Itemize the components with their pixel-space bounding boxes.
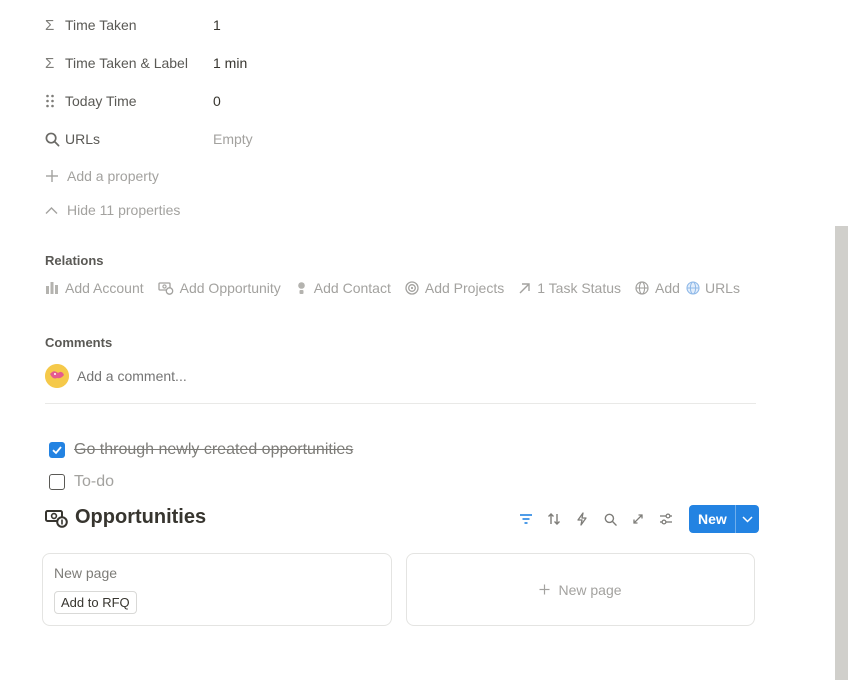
property-value[interactable]: 0 bbox=[213, 93, 221, 109]
add-opportunity-button[interactable]: Add Opportunity bbox=[157, 280, 281, 296]
opportunity-icon bbox=[157, 282, 173, 295]
check-icon bbox=[52, 446, 62, 455]
comment-row bbox=[45, 364, 577, 388]
sort-button[interactable] bbox=[540, 505, 568, 533]
sliders-icon bbox=[660, 513, 672, 525]
property-label: Time Taken & Label bbox=[65, 55, 188, 71]
opportunity-icon bbox=[45, 509, 68, 528]
sort-icon bbox=[548, 513, 560, 525]
add-contact-button[interactable]: Add Contact bbox=[295, 280, 391, 296]
contact-icon bbox=[297, 282, 305, 294]
todo-item[interactable]: To-do bbox=[49, 473, 114, 491]
new-page-label: New page bbox=[558, 581, 622, 598]
card-title[interactable]: New page bbox=[54, 565, 117, 581]
property-row-time-taken-label[interactable]: Σ Time Taken & Label 1 min bbox=[45, 52, 805, 74]
relation-label: Add bbox=[655, 280, 680, 296]
checkbox-unchecked[interactable] bbox=[49, 474, 65, 490]
chevron-down-icon bbox=[742, 515, 753, 523]
add-account-button[interactable]: Add Account bbox=[45, 280, 144, 296]
add-projects-button[interactable]: Add Projects bbox=[405, 280, 504, 296]
automation-button[interactable] bbox=[568, 505, 596, 533]
settings-button[interactable] bbox=[652, 505, 680, 533]
todo-text[interactable]: Go through newly created opportunities bbox=[74, 441, 353, 459]
relation-suffix: URLs bbox=[704, 280, 740, 296]
plus-icon bbox=[539, 584, 550, 595]
lightning-icon bbox=[577, 512, 587, 526]
database-title-text: Opportunities bbox=[75, 506, 207, 528]
task-status-button[interactable]: 1 Task Status bbox=[518, 280, 621, 296]
comment-input[interactable] bbox=[77, 368, 577, 384]
add-property-button[interactable]: Add a property bbox=[45, 168, 159, 184]
card-tag[interactable]: Add to RFQ bbox=[54, 591, 137, 614]
avatar bbox=[45, 364, 69, 388]
search-icon bbox=[604, 513, 617, 526]
new-dropdown-button[interactable] bbox=[734, 505, 759, 533]
globe-icon bbox=[635, 281, 649, 295]
drag-dots-icon bbox=[45, 94, 65, 108]
property-name[interactable]: Today Time bbox=[45, 93, 213, 109]
comments-heading: Comments bbox=[45, 335, 113, 350]
relations-heading: Relations bbox=[45, 253, 104, 268]
chevron-up-icon bbox=[45, 206, 67, 215]
property-value[interactable]: 1 min bbox=[213, 55, 247, 71]
database-title[interactable]: Opportunities bbox=[45, 506, 206, 529]
add-property-label: Add a property bbox=[67, 168, 159, 184]
add-urls-button[interactable]: Add URLs bbox=[635, 280, 740, 296]
account-icon bbox=[46, 282, 58, 294]
new-page-card[interactable]: New page bbox=[406, 553, 755, 626]
hide-properties-label: Hide 11 properties bbox=[67, 202, 181, 218]
target-icon bbox=[405, 281, 419, 295]
property-value[interactable]: 1 bbox=[213, 17, 221, 33]
relations-bar: Add Account Add Opportunity Add Contact … bbox=[45, 280, 754, 296]
property-label: Time Taken bbox=[65, 17, 137, 33]
hide-properties-button[interactable]: Hide 11 properties bbox=[45, 202, 180, 218]
database-toolbar: New bbox=[512, 505, 759, 533]
property-name[interactable]: Σ Time Taken & Label bbox=[45, 55, 213, 72]
property-row-today-time[interactable]: Today Time 0 bbox=[45, 90, 805, 112]
sigma-icon: Σ bbox=[45, 16, 55, 34]
divider bbox=[45, 403, 756, 404]
sigma-icon: Σ bbox=[45, 54, 55, 72]
expand-icon bbox=[633, 514, 643, 524]
property-label: Today Time bbox=[65, 93, 137, 109]
plus-icon bbox=[45, 169, 67, 183]
new-button[interactable]: New bbox=[689, 505, 735, 533]
filter-icon bbox=[520, 514, 532, 524]
todo-placeholder[interactable]: To-do bbox=[74, 473, 114, 491]
relation-label: Add Opportunity bbox=[179, 280, 281, 296]
expand-button[interactable] bbox=[624, 505, 652, 533]
checkbox-checked[interactable] bbox=[49, 442, 65, 458]
property-value-empty[interactable]: Empty bbox=[213, 131, 253, 147]
relation-label: Add Account bbox=[65, 280, 144, 296]
relation-label: Add Contact bbox=[313, 280, 391, 296]
property-label: URLs bbox=[65, 131, 101, 147]
arrow-up-right-icon bbox=[519, 282, 530, 293]
board-card[interactable]: New page Add to RFQ bbox=[42, 553, 392, 626]
filter-button[interactable] bbox=[512, 505, 540, 533]
new-button-group: New bbox=[689, 505, 759, 533]
relation-label: Add Projects bbox=[424, 280, 505, 296]
property-row-urls[interactable]: URLs Empty bbox=[45, 128, 805, 150]
search-button[interactable] bbox=[596, 505, 624, 533]
scrollbar[interactable] bbox=[835, 226, 848, 680]
search-icon bbox=[45, 132, 65, 147]
property-name[interactable]: URLs bbox=[45, 131, 213, 147]
property-name[interactable]: Σ Time Taken bbox=[45, 17, 213, 34]
globe-icon bbox=[686, 281, 700, 295]
todo-item[interactable]: Go through newly created opportunities bbox=[49, 441, 353, 459]
relation-label: 1 Task Status bbox=[537, 280, 622, 296]
property-row-time-taken[interactable]: Σ Time Taken 1 bbox=[45, 14, 805, 36]
